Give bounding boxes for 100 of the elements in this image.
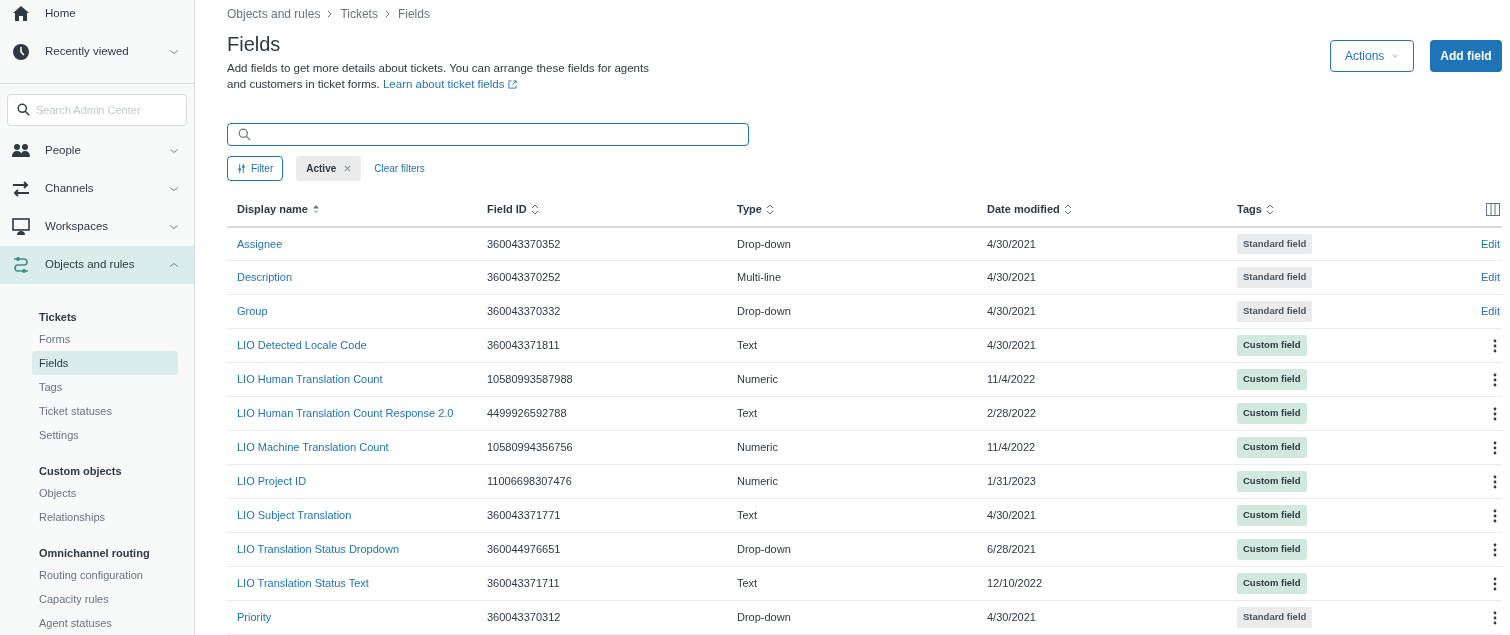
- subnav-item[interactable]: Ticket statuses: [32, 399, 178, 423]
- table-cell: 360043371811: [487, 339, 560, 352]
- tag: Standard field: [1237, 233, 1313, 254]
- column-header[interactable]: Display name: [237, 200, 320, 218]
- column-header[interactable]: Tags: [1237, 200, 1274, 218]
- tag: Custom field: [1237, 573, 1307, 594]
- tag: Standard field: [1237, 607, 1313, 628]
- subnav-item[interactable]: Agent statuses: [32, 611, 178, 635]
- table-cell: 360043370252: [487, 271, 561, 284]
- field-name-link[interactable]: LIO Translation Status Dropdown: [237, 543, 400, 556]
- column-header[interactable]: Type: [737, 200, 774, 218]
- more-options-icon[interactable]: [1493, 509, 1497, 524]
- page-description: Add fields to get more details about tickets. You can arrange these fields for agents and customers in ticket forms. Learn about ticket fields: [227, 61, 650, 92]
- nav-item[interactable]: Workspaces: [0, 208, 194, 246]
- more-options-icon[interactable]: [1493, 339, 1497, 354]
- table-cell: 360043370332: [487, 305, 561, 318]
- tag: Custom field: [1237, 369, 1307, 390]
- table-cell: 4/30/2021: [987, 339, 1036, 352]
- table-cell: 360043370312: [487, 611, 561, 624]
- breadcrumb-link[interactable]: Fields: [397, 5, 430, 23]
- table-cell: 360043370352: [487, 237, 561, 250]
- table-cell: 2/28/2022: [987, 407, 1036, 420]
- section-heading: Tickets: [39, 310, 78, 325]
- tag: Standard field: [1237, 267, 1313, 288]
- subnav-item[interactable]: Settings: [32, 423, 178, 447]
- table-cell: Numeric: [737, 373, 778, 386]
- nav-item[interactable]: Objects and rules: [0, 246, 194, 284]
- subnav-item[interactable]: Fields: [32, 351, 178, 375]
- filter-label: Active: [306, 161, 337, 176]
- field-name-link[interactable]: Group: [237, 305, 268, 318]
- table-cell: 1/31/2023: [987, 475, 1036, 488]
- column-header[interactable]: Date modified: [987, 200, 1072, 218]
- nav-item[interactable]: Home: [0, 0, 194, 28]
- add-field-button[interactable]: Add field: [1430, 40, 1502, 72]
- field-name-link[interactable]: LIO Subject Translation: [237, 509, 352, 522]
- subnav-item[interactable]: Tags: [32, 375, 178, 399]
- more-options-icon[interactable]: [1493, 407, 1497, 422]
- arrows-icon: [11, 179, 31, 199]
- table-cell: Text: [737, 339, 758, 352]
- edit-link[interactable]: Edit: [1481, 237, 1500, 250]
- table-cell: 11006698307476: [487, 475, 572, 488]
- subnav-item[interactable]: Forms: [32, 327, 178, 351]
- more-options-icon[interactable]: [1493, 373, 1497, 388]
- monitor-icon: [11, 217, 31, 237]
- table-cell: 6/28/2021: [987, 543, 1036, 556]
- table-cell: Drop-down: [737, 305, 791, 318]
- tag: Custom field: [1237, 505, 1307, 526]
- tag: Custom field: [1237, 335, 1307, 356]
- field-name-link[interactable]: Priority: [237, 611, 272, 624]
- subnav-item[interactable]: Capacity rules: [32, 587, 178, 611]
- more-options-icon[interactable]: [1493, 611, 1497, 626]
- search-field[interactable]: [227, 123, 749, 146]
- table-cell: Drop-down: [737, 237, 791, 250]
- breadcrumb-link[interactable]: Tickets: [340, 5, 378, 23]
- table-cell: Text: [737, 509, 758, 522]
- field-name-link[interactable]: LIO Human Translation Count: [237, 373, 383, 386]
- nav-item[interactable]: Channels: [0, 170, 194, 208]
- columns-icon[interactable]: [1486, 203, 1500, 217]
- actions-button[interactable]: Actions: [1330, 40, 1414, 72]
- breadcrumb-link[interactable]: Objects and rules: [227, 5, 321, 23]
- table-cell: 4/30/2021: [987, 237, 1036, 250]
- edit-link[interactable]: Edit: [1481, 305, 1500, 318]
- table-cell: Multi-line: [737, 271, 781, 284]
- clear-filters-link[interactable]: Clear filters: [374, 160, 425, 176]
- chevron-right-icon: [383, 10, 392, 18]
- subnav-item[interactable]: Relationships: [32, 505, 178, 529]
- table-cell: Drop-down: [737, 611, 791, 624]
- nav-item[interactable]: People: [0, 132, 194, 170]
- table-cell: 4499926592788: [487, 407, 567, 420]
- table-cell: 4/30/2021: [987, 509, 1036, 522]
- table-cell: Text: [737, 577, 758, 590]
- more-options-icon[interactable]: [1493, 543, 1497, 558]
- more-options-icon[interactable]: [1493, 475, 1497, 490]
- field-name-link[interactable]: LIO Human Translation Count Response 2.0: [237, 407, 454, 420]
- field-name-link[interactable]: LIO Machine Translation Count: [237, 441, 389, 454]
- field-name-link[interactable]: LIO Project ID: [237, 475, 307, 488]
- route-icon: [11, 255, 31, 275]
- table-cell: Numeric: [737, 441, 778, 454]
- tag: Standard field: [1237, 301, 1313, 322]
- table-cell: 11/4/2022: [987, 441, 1036, 454]
- subnav-item[interactable]: Routing configuration: [32, 563, 178, 587]
- table-cell: 4/30/2021: [987, 305, 1036, 318]
- field-name-link[interactable]: LIO Detected Locale Code: [237, 339, 367, 352]
- tag: Custom field: [1237, 403, 1307, 424]
- nav-item[interactable]: Recently viewed: [0, 28, 194, 76]
- table-cell: 12/10/2022: [987, 577, 1043, 590]
- field-name-link[interactable]: Description: [237, 271, 293, 284]
- more-options-icon[interactable]: [1493, 577, 1497, 592]
- section-heading: Omnichannel routing: [39, 546, 151, 561]
- learn-link[interactable]: Learn about ticket fields: [382, 78, 517, 90]
- search-icon: [17, 103, 30, 116]
- more-options-icon[interactable]: [1493, 441, 1497, 456]
- subnav-item[interactable]: Objects: [32, 481, 178, 505]
- table-cell: Drop-down: [737, 543, 791, 556]
- column-header[interactable]: Field ID: [487, 200, 539, 218]
- table-cell: 10580993587988: [487, 373, 573, 386]
- field-name-link[interactable]: Assignee: [237, 237, 283, 250]
- field-name-link[interactable]: LIO Translation Status Text: [237, 577, 369, 590]
- filter-button[interactable]: Filter: [227, 155, 284, 181]
- edit-link[interactable]: Edit: [1481, 271, 1500, 284]
